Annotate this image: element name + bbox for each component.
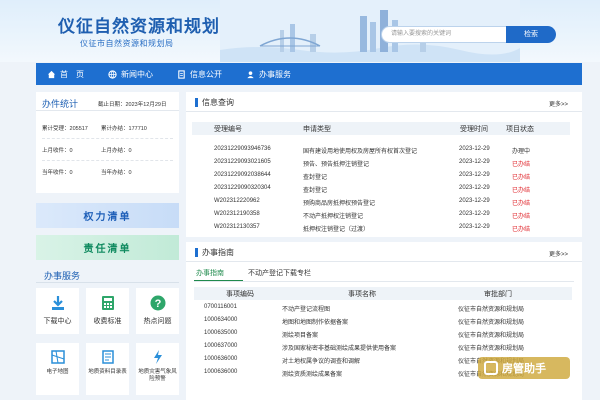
divider (194, 281, 574, 282)
stats-row: 累计受理：205517 累计办结：177710 (42, 126, 147, 132)
status-badge: 已办结 (512, 214, 531, 220)
table-header: 事项编码 事项名称 审批部门 (194, 287, 572, 300)
nav-label: 新闻中心 (121, 69, 153, 79)
info-query-panel: 信息查询 更多>> 受理编号 申请类型 受理时间 项目状态 2023122909… (186, 92, 582, 237)
status-badge: 已办结 (512, 188, 531, 194)
stat-value: 0 (128, 148, 132, 154)
table-row[interactable]: 20231229090320304 查封登记 2023-12-29 已办结 (192, 185, 570, 198)
power-list-banner[interactable]: 权力清单 (36, 203, 179, 228)
nav-item-news[interactable]: 新闻中心 (97, 63, 166, 85)
stat-value: 205517 (69, 126, 88, 132)
table-header: 受理编号 申请类型 受理时间 项目状态 (192, 122, 570, 135)
electronic-map-card[interactable]: 电子地图 (36, 343, 79, 395)
table-row[interactable]: W202312220962 预购商品房抵押权预告登记 2023-12-29 已办… (192, 198, 570, 211)
stat-value: 0 (69, 170, 73, 176)
table-row[interactable]: 1000637000 涉及国家秘密非基础测绘成果提供使用备案 仪征市自然资源和规… (194, 343, 572, 356)
divider (42, 138, 173, 139)
status-badge: 已办结 (512, 175, 531, 181)
more-link[interactable]: 更多>> (549, 249, 568, 258)
home-icon (47, 70, 56, 78)
status-badge: 已办结 (512, 162, 531, 168)
nav-item-service[interactable]: 办事服务 (235, 63, 304, 85)
tab-download-column[interactable]: 不动产登记下载专栏 (248, 268, 311, 278)
table-row[interactable]: 20231229093946736 国有建设用地使用权及房屋所有权首次登记 20… (192, 146, 570, 159)
nav-item-home[interactable]: 首 页 (36, 63, 97, 85)
status-badge: 办理中 (512, 149, 531, 155)
app-logo-icon (484, 361, 498, 375)
table-row[interactable]: 0700116001 不动产登记流程图 仪征市自然资源和规划局 (194, 304, 572, 317)
table-row[interactable]: 1000634000 地图和地图制作依据备案 仪征市自然资源和规划局 (194, 317, 572, 330)
stats-title: 办件统计 (42, 99, 79, 109)
table-row[interactable]: W202312130357 抵押权注销登记（过渡） 2023-12-29 已办结 (192, 224, 570, 237)
table-row[interactable]: 20231229093021605 预告、预告抵押注销登记 2023-12-29… (192, 159, 570, 172)
calculator-icon (101, 296, 114, 310)
responsibility-list-banner[interactable]: 责任清单 (36, 235, 179, 260)
divider (186, 111, 582, 112)
table-row[interactable]: 1000635000 测绘项目备案 仪征市自然资源和规划局 (194, 330, 572, 343)
watermark-badge: 房管助手 (478, 357, 570, 379)
stat-value: 0 (69, 148, 73, 154)
site-subtitle: 仪征市自然资源和规划局 (80, 39, 174, 48)
site-header: 仪征自然资源和规划 仪征市自然资源和规划局 请输入要搜索的关键词 检索 (0, 0, 600, 62)
search-button[interactable]: 检索 (506, 26, 556, 43)
services-title: 办事服务 (44, 271, 81, 281)
stats-row: 上月收件：0 上月办结：0 (42, 148, 132, 154)
globe-icon (108, 69, 117, 79)
status-badge: 已办结 (512, 227, 531, 233)
more-link[interactable]: 更多>> (549, 99, 568, 108)
book-icon (101, 350, 114, 364)
divider (186, 261, 582, 262)
download-icon (51, 296, 64, 310)
nav-item-info[interactable]: 信息公开 (166, 63, 235, 85)
stat-value: 177710 (128, 126, 147, 132)
site-title: 仪征自然资源和规划 (58, 17, 220, 36)
status-badge: 已办结 (512, 201, 531, 207)
panel-title: 信息查询 (202, 98, 234, 107)
lightning-icon (153, 350, 162, 364)
watermark-text: 房管助手 (502, 363, 546, 375)
geology-catalog-card[interactable]: 地质资料目录表 (86, 343, 129, 395)
fee-standard-card[interactable]: 收费标准 (86, 288, 129, 334)
main-nav: 首 页 新闻中心 信息公开 办事服务 (36, 63, 582, 85)
question-icon: ? (150, 295, 165, 311)
stat-value: 0 (128, 170, 132, 176)
panel-title: 办事指南 (202, 248, 234, 257)
document-icon (178, 69, 185, 79)
table-row[interactable]: 20231229092038644 查封登记 2023-12-29 已办结 (192, 172, 570, 185)
svg-text:?: ? (154, 298, 161, 310)
geohazard-warning-card[interactable]: 地质灾害气象风险预警 (136, 343, 179, 395)
download-center-card[interactable]: 下载中心 (36, 288, 79, 334)
divider (42, 160, 173, 161)
title-marker (195, 98, 198, 107)
nav-label: 首 页 (60, 69, 84, 79)
tab-service-guide[interactable]: 办事指南 (196, 268, 224, 278)
title-marker (195, 248, 198, 257)
stats-row: 当年收件：0 当年办结：0 (42, 170, 132, 176)
hot-questions-card[interactable]: ? 热点问题 (136, 288, 179, 334)
divider (36, 110, 179, 111)
nav-label: 办事服务 (259, 69, 291, 79)
divider (36, 282, 179, 283)
search-input[interactable]: 请输入要搜索的关键词 (381, 26, 507, 43)
stats-date: 截止日期：2023年12月29日 (98, 102, 167, 108)
stats-panel: 办件统计 截止日期：2023年12月29日 累计受理：205517 累计办结：1… (36, 92, 179, 193)
map-icon (50, 350, 65, 364)
user-icon (247, 70, 254, 78)
nav-label: 信息公开 (190, 69, 222, 79)
table-row[interactable]: W202312190358 不动产抵押权注销登记 2023-12-29 已办结 (192, 211, 570, 224)
